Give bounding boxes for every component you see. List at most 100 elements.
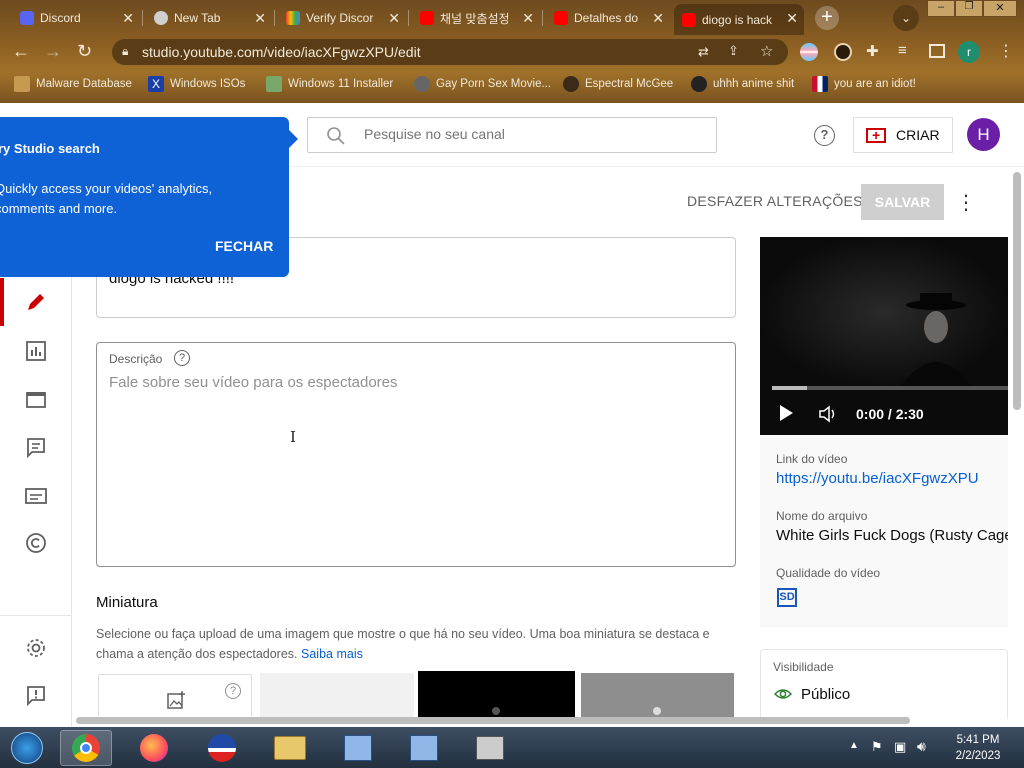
tab-discord[interactable]: Discord ✕ [12, 4, 140, 32]
show-hidden-icons[interactable]: ▲ [849, 740, 859, 751]
setup-icon [410, 735, 438, 761]
more-options-icon[interactable]: ⋮ [956, 190, 976, 215]
analytics-icon[interactable] [24, 339, 48, 363]
channel-search[interactable] [307, 117, 717, 153]
bookmark-espectral-mcgee[interactable]: Espectral McGee [563, 74, 673, 94]
upload-thumbnail-button[interactable]: ? [98, 674, 252, 716]
save-button[interactable]: SALVAR [861, 184, 944, 220]
subtitles-icon[interactable] [24, 484, 48, 508]
comments-icon[interactable] [24, 435, 48, 459]
popup-arrow [288, 129, 298, 149]
bookmark-movie[interactable]: Gay Porn Sex Movie... [414, 74, 551, 94]
forward-arrow-icon[interactable]: → [44, 41, 62, 62]
thumbnail-option[interactable] [418, 671, 575, 717]
network-icon[interactable]: ▣ [894, 739, 906, 755]
setup-icon [344, 735, 372, 761]
bookmark-you-are-an-idiot[interactable]: you are an idiot! [812, 74, 916, 94]
video-time: 0:00 / 2:30 [856, 406, 924, 422]
taskbar-app[interactable] [332, 730, 384, 766]
settings-gear-icon[interactable] [24, 636, 48, 660]
create-button[interactable]: + CRIAR [853, 117, 953, 153]
tab-close-icon[interactable]: ✕ [122, 10, 134, 27]
minimize-button[interactable]: – [927, 0, 955, 17]
tab-search-button[interactable]: ⌄ [893, 5, 919, 31]
taskbar-app[interactable] [398, 730, 450, 766]
editor-clapper-icon[interactable] [24, 387, 48, 411]
taskbar-app[interactable] [464, 730, 516, 766]
volume-icon[interactable]: 🔊︎ [917, 738, 926, 755]
avatar-icon [563, 76, 579, 92]
taskbar-firefox[interactable] [128, 730, 180, 766]
browser-menu-icon[interactable]: ⋮ [998, 41, 1014, 61]
search-input[interactable] [364, 126, 694, 142]
thumbnail-option[interactable] [260, 673, 414, 717]
tab-diogo-active[interactable]: diogo is hack ✕ [674, 4, 804, 35]
visibility-field[interactable]: Visibilidade Público [760, 649, 1008, 719]
back-arrow-icon[interactable]: ← [12, 41, 30, 62]
create-video-icon: + [866, 127, 886, 143]
volume-icon[interactable] [818, 405, 840, 423]
tab-close-icon[interactable]: ✕ [388, 10, 400, 27]
video-progress-fill [772, 386, 808, 390]
share-icon[interactable]: ⇪ [728, 43, 739, 59]
learn-more-link[interactable]: Saiba mais [301, 647, 363, 661]
bookmark-malware-database[interactable]: Malware Database [14, 74, 132, 94]
tab-verify-discord[interactable]: Verify Discor ✕ [278, 4, 406, 32]
channel-avatar[interactable]: H [967, 118, 1000, 151]
start-button[interactable] [0, 730, 54, 766]
side-panel-icon[interactable] [929, 44, 945, 58]
new-tab-button[interactable]: + [815, 6, 839, 30]
help-icon[interactable]: ? [174, 350, 190, 366]
extension-face-icon[interactable] [834, 43, 852, 61]
help-icon[interactable]: ? [814, 125, 835, 146]
maximize-button[interactable]: ❐ [955, 0, 983, 17]
translate-icon[interactable]: ⇄ [698, 44, 709, 60]
avatar-icon [691, 76, 707, 92]
youtube-icon [682, 12, 696, 27]
bookmark-star-icon[interactable]: ☆ [760, 42, 773, 60]
thumbnail-option[interactable] [581, 673, 734, 717]
video-progress-track[interactable] [772, 386, 1008, 390]
bookmark-anime[interactable]: uhhh anime shit [691, 74, 794, 94]
video-link-label: Link do vídeo [776, 452, 848, 466]
video-player[interactable]: 0:00 / 2:30 [760, 237, 1008, 435]
device-icon [476, 736, 504, 760]
tab-close-icon[interactable]: ✕ [522, 10, 534, 27]
tab-close-icon[interactable]: ✕ [786, 10, 798, 27]
help-icon[interactable]: ? [225, 683, 241, 699]
tab-new-tab[interactable]: New Tab ✕ [146, 4, 272, 32]
feedback-icon[interactable] [24, 683, 48, 707]
copyright-icon[interactable] [24, 531, 48, 555]
add-image-icon [167, 691, 185, 709]
profile-avatar[interactable]: r [958, 41, 980, 63]
bookmark-windows-isos[interactable]: X Windows ISOs [148, 74, 245, 94]
tab-channel-custom[interactable]: 채널 맞춤설정 ✕ [412, 4, 540, 32]
address-bar[interactable]: 🔒︎ studio.youtube.com/video/iacXFgwzXPU/… [112, 39, 788, 65]
edit-pencil-icon[interactable] [24, 290, 48, 314]
close-window-button[interactable]: ✕ [983, 0, 1017, 17]
bookmark-windows-11-installer[interactable]: Windows 11 Installer [266, 74, 393, 94]
taskbar-obama-app[interactable] [196, 730, 248, 766]
horizontal-scrollbar[interactable] [76, 717, 910, 724]
taskbar-explorer[interactable] [264, 730, 316, 766]
tab-separator [542, 10, 543, 26]
tab-details[interactable]: Detalhes do ✕ [546, 4, 670, 32]
popup-close-button[interactable]: FECHAR [215, 238, 273, 254]
system-clock[interactable]: 5:41 PM 2/2/2023 [942, 732, 1014, 764]
tab-close-icon[interactable]: ✕ [254, 10, 266, 27]
flag-icon[interactable]: ⚑ [871, 739, 883, 755]
video-link[interactable]: https://youtu.be/iacXFgwzXPU [776, 470, 979, 487]
extension-flag-icon[interactable] [800, 43, 818, 61]
undo-changes-button[interactable]: DESFAZER ALTERAÇÕES [687, 193, 863, 209]
taskbar-chrome[interactable] [60, 730, 112, 766]
media-controls-icon[interactable]: ≡ [898, 42, 907, 59]
tab-close-icon[interactable]: ✕ [652, 10, 664, 27]
reload-icon[interactable]: ↻ [77, 41, 92, 62]
text-cursor-icon: I [290, 428, 296, 446]
vertical-scrollbar[interactable] [1013, 172, 1021, 410]
gmail-icon [286, 11, 300, 25]
play-icon[interactable] [780, 405, 793, 421]
extensions-puzzle-icon[interactable]: ✚ [866, 42, 879, 60]
description-field[interactable]: Descrição ? Fale sobre seu vídeo para os… [96, 342, 736, 567]
rail-divider [0, 615, 72, 616]
